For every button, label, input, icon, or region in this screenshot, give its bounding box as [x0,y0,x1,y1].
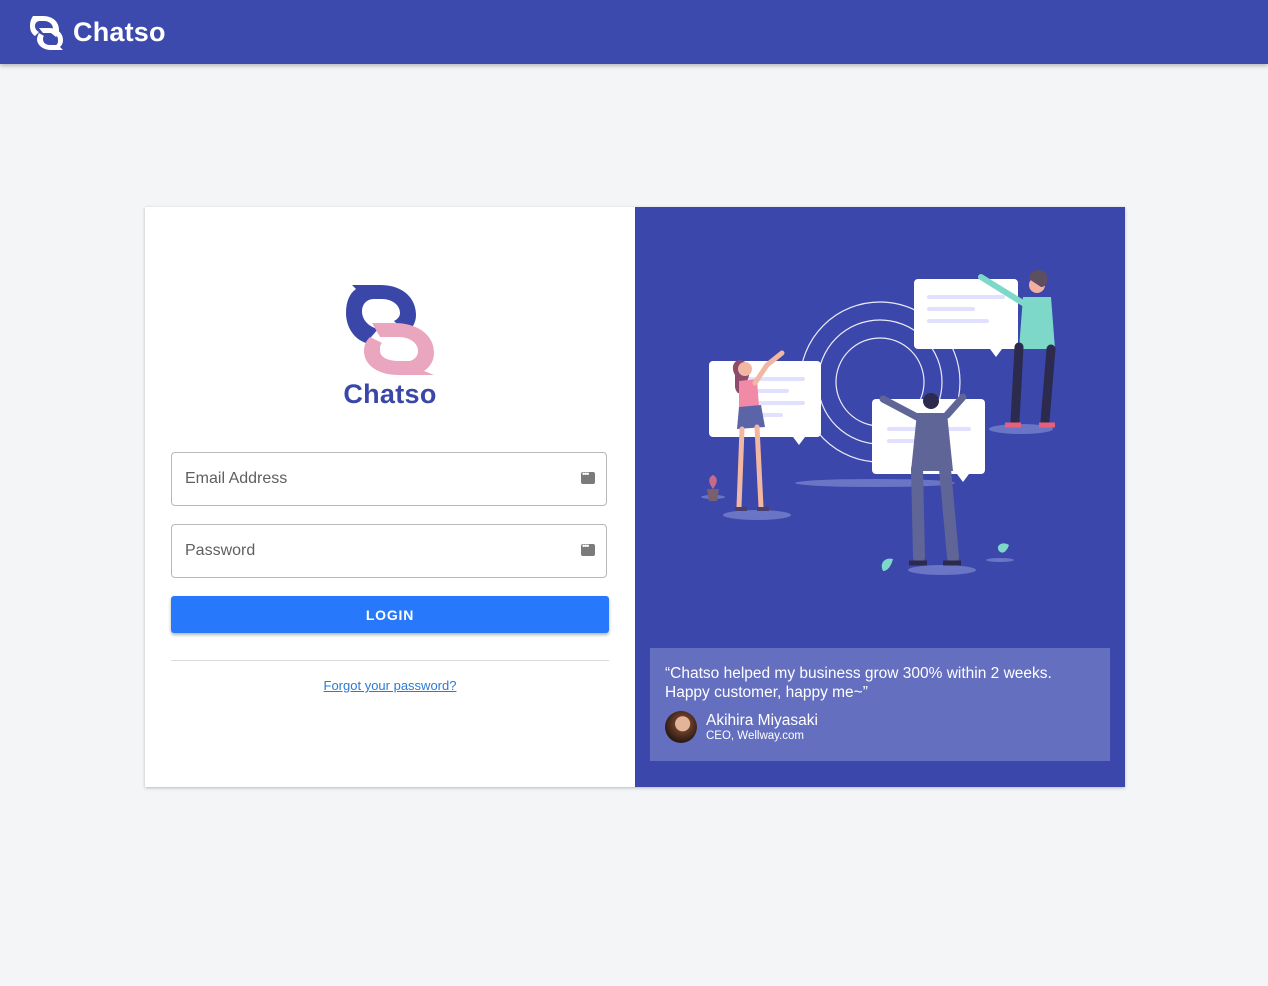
login-card: Chatso LOGIN Forgot your password? [145,207,1125,787]
divider [171,660,609,661]
password-input[interactable] [172,525,565,577]
top-nav-bar: Chatso [0,0,1268,64]
brand-name: Chatso [73,16,166,47]
brand[interactable]: Chatso [29,14,166,50]
author-name: Akihira Miyasaki [706,712,818,729]
login-button[interactable]: LOGIN [171,596,609,633]
chatso-logo-icon [30,16,63,50]
showcase-panel: “Chatso helped my business grow 300% wit… [635,207,1125,787]
testimonial-card: “Chatso helped my business grow 300% wit… [650,648,1110,761]
password-field[interactable] [171,524,607,578]
chatso-logo-icon [346,285,434,375]
logo-block: Chatso [145,281,635,410]
login-panel: Chatso LOGIN Forgot your password? [145,207,635,787]
password-manager-key-icon[interactable] [581,469,595,484]
forgot-password-link[interactable]: Forgot your password? [145,678,635,693]
email-field[interactable] [171,452,607,506]
avatar [665,711,697,743]
testimonial-quote: “Chatso helped my business grow 300% wit… [665,665,1052,701]
logo-text: Chatso [343,379,437,409]
team-chat-illustration [701,270,1056,575]
email-input[interactable] [172,453,565,505]
author-title: CEO, Wellway.com [706,730,804,742]
password-manager-key-icon[interactable] [581,541,595,556]
